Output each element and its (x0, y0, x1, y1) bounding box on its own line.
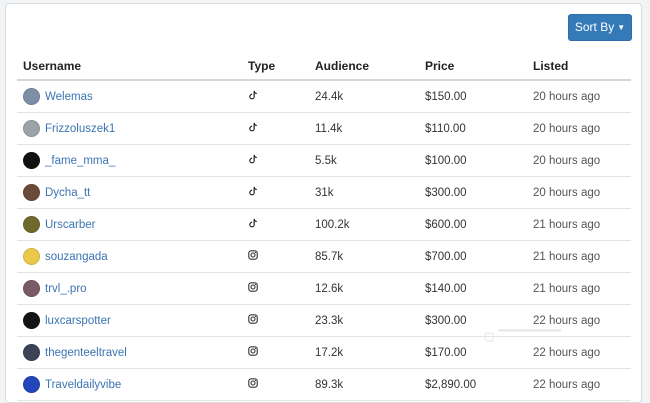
cell-audience: 17.2k (309, 336, 419, 369)
cell-audience: 23.3k (309, 304, 419, 337)
cell-audience: 85.7k (309, 240, 419, 273)
instagram-icon (248, 250, 258, 263)
instagram-icon (248, 282, 258, 295)
avatar[interactable] (23, 120, 40, 137)
avatar[interactable] (23, 280, 40, 297)
cell-username: thegenteeltravel (17, 336, 242, 369)
cell-price: $700.00 (419, 240, 527, 273)
sort-by-button[interactable]: Sort By ▼ (568, 14, 632, 41)
avatar[interactable] (23, 184, 40, 201)
tiktok-icon (248, 186, 258, 199)
username-link[interactable]: trvl_.pro (45, 283, 87, 295)
avatar[interactable] (23, 376, 40, 393)
table-row[interactable]: Frizzoluszek1 11.4k $110.00 20 hours ago (17, 112, 631, 145)
avatar[interactable] (23, 312, 40, 329)
cell-type (242, 112, 309, 145)
column-header-price[interactable]: Price (419, 52, 527, 81)
avatar[interactable] (23, 88, 40, 105)
cell-price: $110.00 (419, 112, 527, 145)
listings-panel: Sort By ▼ Username Type Audience Price Li… (5, 3, 642, 403)
cell-type (242, 208, 309, 241)
cell-username: souzangada (17, 240, 242, 273)
cell-username: Frizzoluszek1 (17, 112, 242, 145)
table-row[interactable]: _fame_mma_ 5.5k $100.00 20 hours ago (17, 144, 631, 177)
cell-audience: 100.2k (309, 208, 419, 241)
table-row[interactable]: souzangada 85.7k $700.00 21 hours ago (17, 240, 631, 273)
table-row[interactable]: luxcarspotter 23.3k $300.00 22 hours ago (17, 304, 631, 337)
cell-username: Urscarber (17, 208, 242, 241)
cell-audience: 12.6k (309, 272, 419, 305)
avatar[interactable] (23, 216, 40, 233)
cell-audience: 5.5k (309, 144, 419, 177)
tiktok-icon (248, 154, 258, 167)
cell-listed: 21 hours ago (527, 208, 631, 241)
sort-by-label: Sort By (574, 20, 615, 34)
cell-username: Dycha_tt (17, 176, 242, 209)
cell-type (242, 176, 309, 209)
cell-price: $100.00 (419, 144, 527, 177)
username-link[interactable]: Urscarber (45, 219, 95, 231)
cell-listed: 20 hours ago (527, 176, 631, 209)
table-row[interactable]: Welemas 24.4k $150.00 20 hours ago (17, 80, 631, 113)
cell-price: $600.00 (419, 208, 527, 241)
cell-audience: 24.4k (309, 80, 419, 113)
cell-price: $150.00 (419, 80, 527, 113)
instagram-icon (248, 378, 258, 391)
table-row[interactable]: Dycha_tt 31k $300.00 20 hours ago (17, 176, 631, 209)
cell-type (242, 336, 309, 369)
cell-listed: 21 hours ago (527, 240, 631, 273)
column-header-listed[interactable]: Listed (527, 52, 631, 81)
cell-price: $300.00 (419, 176, 527, 209)
cell-listed: 20 hours ago (527, 112, 631, 145)
cell-listed: 20 hours ago (527, 144, 631, 177)
tiktok-icon (248, 218, 258, 231)
username-link[interactable]: _fame_mma_ (45, 155, 115, 167)
username-link[interactable]: Frizzoluszek1 (45, 123, 115, 135)
cell-audience: 31k (309, 176, 419, 209)
avatar[interactable] (23, 248, 40, 265)
cell-type (242, 144, 309, 177)
cell-listed: 21 hours ago (527, 272, 631, 305)
cell-username: Welemas (17, 80, 242, 113)
instagram-icon (248, 346, 258, 359)
cell-listed: 22 hours ago (527, 336, 631, 369)
cell-type (242, 272, 309, 305)
column-header-audience[interactable]: Audience (309, 52, 419, 81)
cell-type (242, 80, 309, 113)
cell-username: luxcarspotter (17, 304, 242, 337)
chevron-down-icon: ▼ (617, 23, 626, 32)
cell-username: trvl_.pro (17, 272, 242, 305)
username-link[interactable]: Welemas (45, 91, 93, 103)
column-header-type[interactable]: Type (242, 52, 309, 81)
cell-type (242, 304, 309, 337)
column-header-username[interactable]: Username (17, 52, 242, 81)
avatar[interactable] (23, 152, 40, 169)
username-link[interactable]: Dycha_tt (45, 187, 90, 199)
avatar[interactable] (23, 344, 40, 361)
cell-listed: 22 hours ago (527, 304, 631, 337)
cell-listed: 20 hours ago (527, 80, 631, 113)
username-link[interactable]: luxcarspotter (45, 315, 111, 327)
tiktok-icon (248, 90, 258, 103)
cell-type (242, 240, 309, 273)
listings-table: Username Type Audience Price Listed Wele… (17, 52, 631, 401)
tiktok-icon (248, 122, 258, 135)
cell-username: _fame_mma_ (17, 144, 242, 177)
table-row[interactable]: Urscarber 100.2k $600.00 21 hours ago (17, 208, 631, 241)
cell-audience: 11.4k (309, 112, 419, 145)
table-header-row: Username Type Audience Price Listed (17, 52, 631, 81)
table-row[interactable]: thegenteeltravel 17.2k $170.00 22 hours ago (17, 336, 631, 369)
cell-price: $300.00 (419, 304, 527, 337)
username-link[interactable]: thegenteeltravel (45, 347, 127, 359)
instagram-icon (248, 314, 258, 327)
table-row[interactable]: trvl_.pro 12.6k $140.00 21 hours ago (17, 272, 631, 305)
cell-price: $140.00 (419, 272, 527, 305)
cell-price: $170.00 (419, 336, 527, 369)
username-link[interactable]: souzangada (45, 251, 108, 263)
username-link[interactable]: Traveldailyvibe (45, 379, 121, 391)
